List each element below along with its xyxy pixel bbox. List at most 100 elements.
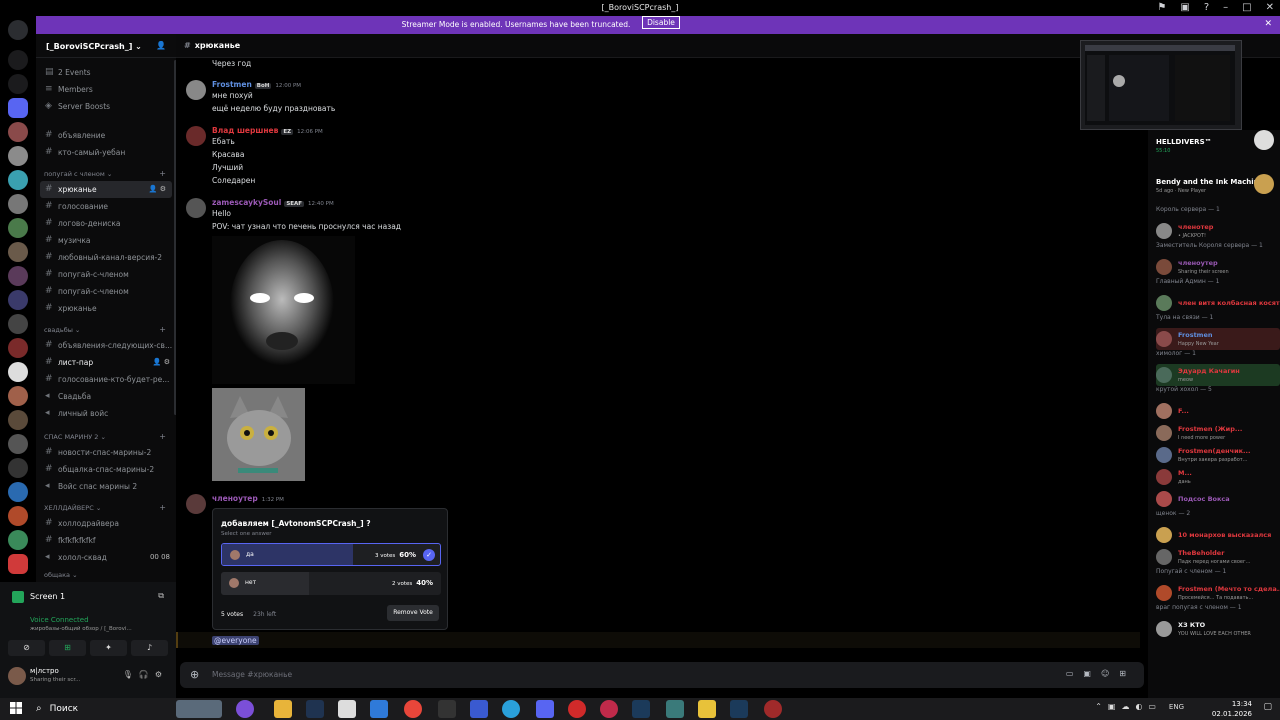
server-icon[interactable] [8,434,28,454]
server-boosts-item[interactable]: ◈ Server Boosts [36,98,176,115]
composer-tools-icons[interactable]: ▭▣☺⊞ [1066,669,1136,678]
poll-option[interactable]: нет 2 votes 40% [221,572,441,595]
store-icon[interactable] [338,700,356,718]
avatar[interactable] [186,80,206,100]
message-author[interactable]: zamescaykySoul SEAF 12:40 PM [212,198,334,207]
category-header[interactable]: свадьбы ⌄ + [36,321,176,337]
server-icon[interactable] [8,146,28,166]
voice-channel-item[interactable]: ◂ Свадьба [36,388,176,405]
app-icon[interactable] [470,700,488,718]
member-item[interactable]: Эдуард Качагин meow [1156,364,1280,386]
channel-item-active[interactable]: # хрюканье 👤 ⚙ [40,181,172,198]
voice-channel-item[interactable]: ◂ личный войс [36,405,176,422]
image-attachment[interactable] [212,236,355,384]
server-icon[interactable] [8,458,28,478]
discord-home-icon[interactable] [8,20,28,40]
voice-channel-item[interactable]: ◂ холол-сквад 00 08 [36,549,176,566]
game-activity[interactable]: HELLDIVERS™ 55:10 [1156,130,1280,156]
voice-status[interactable]: Voice Connected [30,616,89,624]
server-icon[interactable] [8,482,28,502]
avatar[interactable] [8,667,26,685]
category-header[interactable]: СПАС МАРИНУ 2 ⌄ + [36,428,176,444]
server-icon[interactable] [8,218,28,238]
server-icon[interactable] [8,50,28,70]
members-item[interactable]: ≡ Members [36,81,176,98]
server-icon[interactable] [8,386,28,406]
channel-item[interactable]: # попугай-с-членом [36,266,176,283]
everyone-mention[interactable]: @everyone [212,636,259,645]
member-item[interactable]: членоутер Sharing their screen [1156,256,1280,278]
message-composer[interactable]: ⊕ Message #хрюканье ▭▣☺⊞ [180,662,1144,688]
server-icon[interactable] [8,290,28,310]
taskbar-clock[interactable]: 13:34 02.01.2026 [1212,699,1252,719]
channel-item[interactable]: # голосование [36,198,176,215]
member-item[interactable]: Frostmen (Жир... I need more power [1156,422,1280,444]
member-item[interactable]: Frostmen (Мечто то сдела... Просемейся...… [1156,582,1280,604]
category-header[interactable]: ХЕЛЛДАЙВЕРС ⌄ + [36,499,176,515]
member-item[interactable]: член витя колбасная косят... [1156,292,1280,314]
widgets-icon[interactable] [176,700,222,718]
channel-item[interactable]: # кто-самый-уебан [36,144,176,161]
app-icon[interactable] [698,700,716,718]
inbox-icon[interactable]: ▣ [1180,2,1189,14]
notifications-icon[interactable]: ▢ [1263,702,1272,712]
member-item[interactable]: членотер • JACKPOT! [1156,220,1280,242]
banner-close-icon[interactable]: ✕ [1264,19,1272,29]
message-input[interactable]: Message #хрюканье [212,670,292,679]
channel-item[interactable]: # попугай-с-членом [36,283,176,300]
server-icon[interactable] [8,314,28,334]
opera-icon[interactable] [568,700,586,718]
server-header[interactable]: [_BoroviSCPcrash_] ⌄ 👤 [36,34,176,58]
server-icon[interactable] [8,122,28,142]
member-item[interactable]: Frostmen Happy New Year [1156,328,1280,350]
member-item[interactable]: M... дань [1156,466,1280,488]
app-icon[interactable] [764,700,782,718]
popout-icon[interactable]: ⧉ [158,591,164,601]
user-panel[interactable]: м|лстро Sharing their scr... 🎙🎧⚙ [8,664,168,690]
settings-icon[interactable]: 👤 ⚙ [153,354,170,371]
avatar[interactable] [186,494,206,514]
channel-item[interactable]: # новости-спас-марины-2 [36,444,176,461]
channel-item[interactable]: # хрюканье [36,300,176,317]
member-item[interactable]: Frostmen(денчик... Внутри хакера разработ… [1156,444,1280,466]
help-icon[interactable]: ? [1204,2,1209,14]
member-item[interactable]: ХЗ КТО YOU WILL LOVE EACH OTHER [1156,618,1280,640]
telegram-icon[interactable] [502,700,520,718]
photoshop-icon[interactable] [306,700,324,718]
chrome-icon[interactable] [404,700,422,718]
channel-item[interactable]: # лист-пар 👤 ⚙ [36,354,176,371]
avatar[interactable] [186,198,206,218]
remove-vote-button[interactable]: Remove Vote [387,605,439,621]
settings-icon[interactable]: 👤 ⚙ [149,181,166,198]
opera-gx-icon[interactable] [600,700,618,718]
windows-start-icon[interactable] [10,702,22,714]
channel-item[interactable]: # любовный-канал-версия-2 [36,249,176,266]
channel-item[interactable]: # голосование-кто-будет-ре... [36,371,176,388]
add-attachment-icon[interactable]: ⊕ [190,668,199,681]
category-header[interactable]: общака ⌄ [36,566,176,582]
server-icon[interactable] [8,74,28,94]
language-indicator[interactable]: ENG [1169,703,1184,711]
epic-games-icon[interactable] [438,700,456,718]
maximize-icon[interactable]: □ [1242,2,1251,14]
channel-item[interactable]: # объявления-следующих-св... [36,337,176,354]
game-activity[interactable]: Bendy and the Ink Machine 5d ago · New P… [1156,168,1280,194]
dm-icon[interactable] [8,98,28,118]
member-item[interactable]: F... [1156,400,1280,422]
category-header[interactable]: попугай с членом ⌄ + [36,165,176,181]
share-screen-button[interactable]: ⊞ [49,640,86,656]
voice-channel-item[interactable]: ◂ Войс спас марины 2 [36,478,176,495]
pin-icon[interactable]: ⚑ [1157,2,1166,14]
server-icon[interactable] [8,194,28,214]
server-icon[interactable] [8,242,28,262]
channel-item[interactable]: # общалка-спас-марины-2 [36,461,176,478]
app-icon[interactable] [666,700,684,718]
mail-icon[interactable] [370,700,388,718]
server-icon[interactable] [8,338,28,358]
events-item[interactable]: ▤ 2 Events [36,64,176,81]
channel-item[interactable]: # объявление [36,127,176,144]
message-author[interactable]: членоутер 1:32 PM [212,494,284,503]
screen-share-preview[interactable]: Screen 1 ⧉ [8,586,168,608]
avatar[interactable] [186,126,206,146]
server-icon[interactable] [8,170,28,190]
